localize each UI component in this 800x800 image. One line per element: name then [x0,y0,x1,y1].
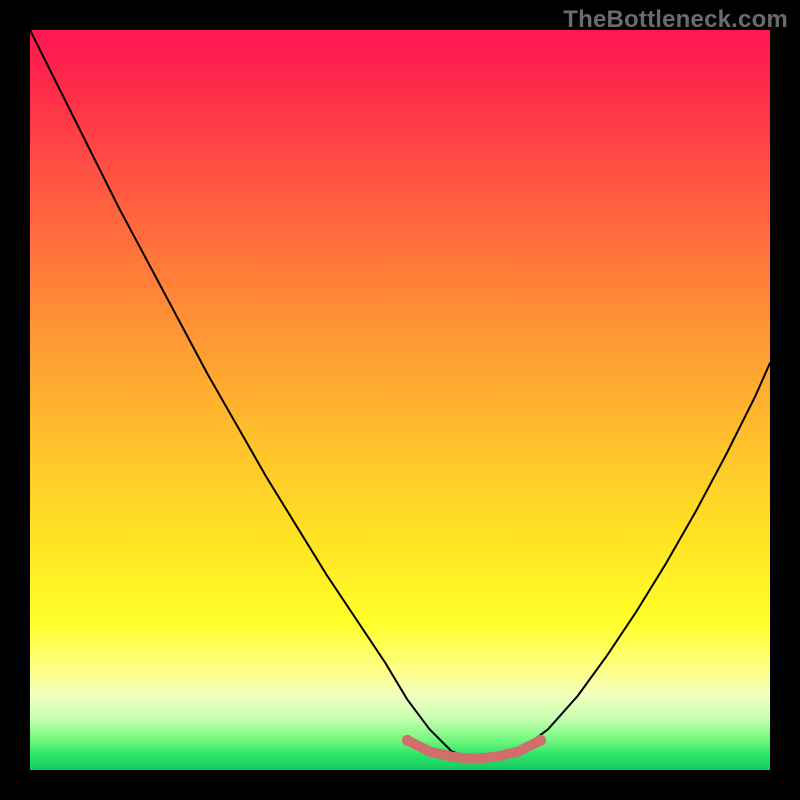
plot-area [30,30,770,770]
series-optimal-band-cap [402,735,413,746]
series-group [30,30,770,759]
series-optimal-band-cap [535,735,546,746]
series-optimal-band [407,740,540,759]
watermark-text: TheBottleneck.com [563,6,788,34]
chart-stage: TheBottleneck.com [0,0,800,800]
curve-layer [30,30,770,770]
series-bottleneck-curve [30,30,770,759]
